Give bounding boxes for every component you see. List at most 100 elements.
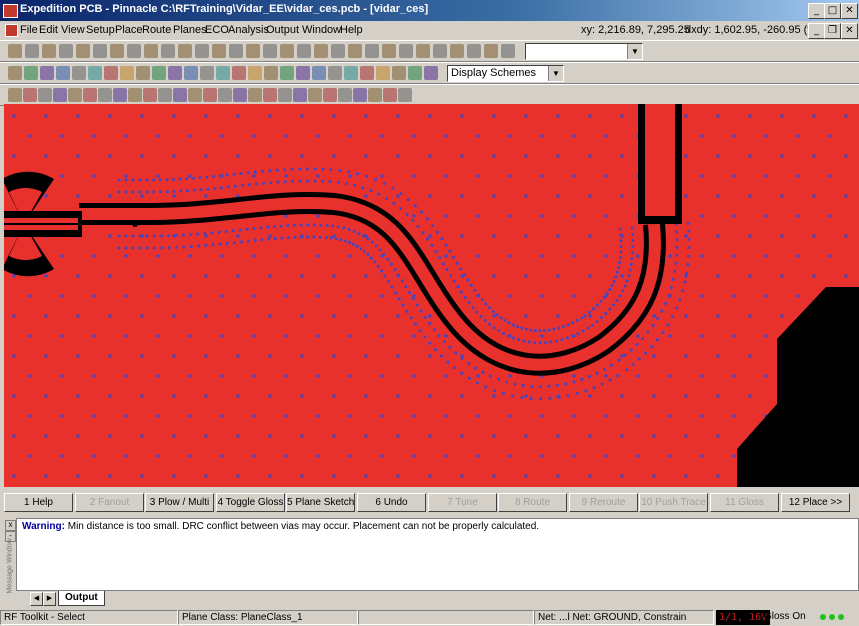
function-key-7[interactable]: 7 Tune: [428, 493, 497, 512]
toolbar-tool-icon[interactable]: [56, 66, 70, 80]
toolbar-tool-icon[interactable]: [24, 66, 38, 80]
toolbar-tool-icon[interactable]: [158, 88, 172, 102]
toolbar-tool-icon[interactable]: [178, 44, 192, 58]
document-icon[interactable]: [5, 24, 18, 37]
toolbar-tool-icon[interactable]: [232, 66, 246, 80]
chevron-down-icon[interactable]: ▼: [548, 66, 563, 81]
function-key-10[interactable]: 10 Push Trace: [639, 493, 708, 512]
toolbar-tool-icon[interactable]: [408, 66, 422, 80]
tab-output[interactable]: Output: [58, 591, 105, 606]
toolbar-tool-icon[interactable]: [127, 44, 141, 58]
toolbar-tool-icon[interactable]: [331, 44, 345, 58]
function-key-11[interactable]: 11 Gloss: [710, 493, 779, 512]
app-icon[interactable]: [3, 4, 18, 18]
menu-help[interactable]: Help: [340, 24, 363, 36]
function-key-8[interactable]: 8 Route: [498, 493, 567, 512]
function-key-9[interactable]: 9 Reroute: [569, 493, 638, 512]
toolbar-tool-icon[interactable]: [120, 66, 134, 80]
toolbar-tool-icon[interactable]: [360, 66, 374, 80]
toolbar-tool-icon[interactable]: [248, 88, 262, 102]
toolbar-tool-icon[interactable]: [68, 88, 82, 102]
function-key-5[interactable]: 5 Plane Sketch: [286, 493, 355, 512]
function-key-6[interactable]: 6 Undo: [357, 493, 426, 512]
menu-output[interactable]: Output: [266, 24, 299, 36]
toolbar-tool-icon[interactable]: [264, 66, 278, 80]
toolbar-tool-icon[interactable]: [280, 44, 294, 58]
toolbar-tool-icon[interactable]: [312, 66, 326, 80]
toolbar-tool-icon[interactable]: [195, 44, 209, 58]
toolbar-tool-icon[interactable]: [25, 44, 39, 58]
toolbar-tool-icon[interactable]: [314, 44, 328, 58]
menu-place[interactable]: Place: [115, 24, 143, 36]
doc-minimize-icon[interactable]: _: [808, 23, 825, 39]
toolbar-tool-icon[interactable]: [53, 88, 67, 102]
toolbar-combo[interactable]: ▼: [525, 43, 643, 60]
toolbar-tool-icon[interactable]: [188, 88, 202, 102]
toolbar-tool-icon[interactable]: [42, 44, 56, 58]
display-schemes-combo[interactable]: Display Schemes ▼: [447, 65, 564, 82]
toolbar-tool-icon[interactable]: [263, 44, 277, 58]
toolbar-tool-icon[interactable]: [353, 88, 367, 102]
toolbar-tool-icon[interactable]: [280, 66, 294, 80]
toolbar-tool-icon[interactable]: [323, 88, 337, 102]
toolbar-tool-icon[interactable]: [40, 66, 54, 80]
toolbar-tool-icon[interactable]: [216, 66, 230, 80]
toolbar-tool-icon[interactable]: [383, 88, 397, 102]
menu-route[interactable]: Route: [142, 24, 171, 36]
doc-close-icon[interactable]: ✕: [841, 23, 858, 39]
toolbar-tool-icon[interactable]: [399, 44, 413, 58]
toolbar-tool-icon[interactable]: [76, 44, 90, 58]
menu-window[interactable]: Window: [302, 24, 341, 36]
toolbar-tool-icon[interactable]: [229, 44, 243, 58]
toolbar-tool-icon[interactable]: [348, 44, 362, 58]
toolbar-tool-icon[interactable]: [450, 44, 464, 58]
toolbar-tool-icon[interactable]: [23, 88, 37, 102]
toolbar-tool-icon[interactable]: [8, 66, 22, 80]
toolbar-tool-icon[interactable]: [398, 88, 412, 102]
function-key-2[interactable]: 2 Fanout: [75, 493, 144, 512]
toolbar-tool-icon[interactable]: [8, 88, 22, 102]
toolbar-tool-icon[interactable]: [484, 44, 498, 58]
menu-edit[interactable]: Edit: [39, 24, 58, 36]
toolbar-tool-icon[interactable]: [93, 44, 107, 58]
toolbar-tool-icon[interactable]: [38, 88, 52, 102]
toolbar-tool-icon[interactable]: [293, 88, 307, 102]
toolbar-tool-icon[interactable]: [501, 44, 515, 58]
toolbar-tool-icon[interactable]: [416, 44, 430, 58]
toolbar-tool-icon[interactable]: [392, 66, 406, 80]
close-icon[interactable]: x: [5, 520, 16, 531]
menu-setup[interactable]: Setup: [86, 24, 115, 36]
toolbar-tool-icon[interactable]: [110, 44, 124, 58]
toolbar-tool-icon[interactable]: [200, 66, 214, 80]
toolbar-tool-icon[interactable]: [212, 44, 226, 58]
toolbar-tool-icon[interactable]: [296, 66, 310, 80]
toolbar-tool-icon[interactable]: [338, 88, 352, 102]
toolbar-tool-icon[interactable]: [424, 66, 438, 80]
toolbar-tool-icon[interactable]: [136, 66, 150, 80]
toolbar-tool-icon[interactable]: [83, 88, 97, 102]
minimize-icon[interactable]: _: [808, 3, 825, 19]
toolbar-tool-icon[interactable]: [308, 88, 322, 102]
tab-next-icon[interactable]: ▶: [43, 592, 56, 606]
toolbar-tool-icon[interactable]: [248, 66, 262, 80]
toolbar-tool-icon[interactable]: [344, 66, 358, 80]
menu-planes[interactable]: Planes: [173, 24, 207, 36]
toolbar-tool-icon[interactable]: [376, 66, 390, 80]
function-key-1[interactable]: 1 Help: [4, 493, 73, 512]
toolbar-tool-icon[interactable]: [152, 66, 166, 80]
toolbar-tool-icon[interactable]: [382, 44, 396, 58]
toolbar-tool-icon[interactable]: [368, 88, 382, 102]
toolbar-tool-icon[interactable]: [433, 44, 447, 58]
toolbar-tool-icon[interactable]: [184, 66, 198, 80]
toolbar-tool-icon[interactable]: [59, 44, 73, 58]
toolbar-tool-icon[interactable]: [278, 88, 292, 102]
chevron-down-icon[interactable]: ▼: [627, 44, 642, 59]
toolbar-tool-icon[interactable]: [143, 88, 157, 102]
toolbar-tool-icon[interactable]: [98, 88, 112, 102]
toolbar-tool-icon[interactable]: [467, 44, 481, 58]
toolbar-tool-icon[interactable]: [365, 44, 379, 58]
toolbar-tool-icon[interactable]: [113, 88, 127, 102]
toolbar-tool-icon[interactable]: [297, 44, 311, 58]
function-key-3[interactable]: 3 Plow / Multi: [145, 493, 214, 512]
toolbar-tool-icon[interactable]: [128, 88, 142, 102]
